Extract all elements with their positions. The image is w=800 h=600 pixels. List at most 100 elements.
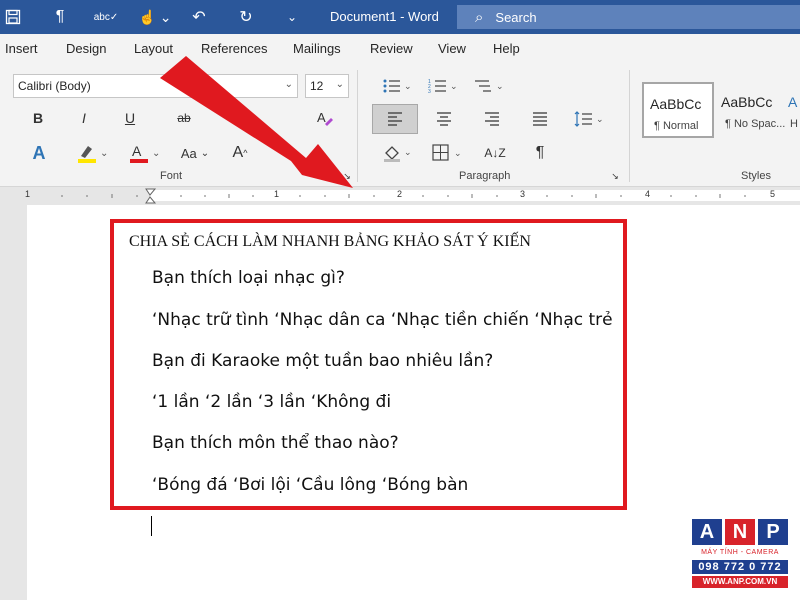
- ruler-number: 3: [520, 189, 526, 199]
- ruler-number: 2: [397, 189, 403, 199]
- font-name-box[interactable]: Calibri (Body) ⌄: [13, 74, 298, 98]
- style-no-spacing[interactable]: AaBbCc ¶ No Spac...: [715, 82, 787, 138]
- question-line[interactable]: Bạn thích môn thể thao nào?: [152, 433, 399, 453]
- group-separator: [629, 70, 630, 182]
- svg-text:A: A: [132, 143, 142, 159]
- anp-logo: A N P MÁY TÍNH - CAMERA 098 772 0 772 WW…: [692, 519, 788, 595]
- clear-formatting-icon[interactable]: A: [314, 106, 336, 130]
- svg-text:⌄: ⌄: [100, 148, 108, 159]
- svg-text:⌄: ⌄: [152, 148, 160, 159]
- chevron-down-icon: ⌄: [284, 79, 293, 90]
- style-sample: A: [788, 94, 798, 110]
- options-line[interactable]: ‘Nhạc trữ tình ‘Nhạc dân ca ‘Nhạc tiền c…: [152, 310, 613, 330]
- question-line[interactable]: Bạn đi Karaoke một tuần bao nhiêu lần?: [152, 351, 493, 371]
- styles-group-label: Styles: [741, 170, 771, 182]
- svg-text:⌄: ⌄: [454, 148, 462, 158]
- chevron-down-icon: ⌄: [335, 79, 344, 90]
- logo-phone: 098 772 0 772: [692, 560, 788, 574]
- document-heading[interactable]: CHIA SẺ CÁCH LÀM NHANH BẢNG KHẢO SÁT Ý K…: [129, 233, 531, 251]
- redo-icon[interactable]: ↻: [234, 5, 258, 29]
- align-center-button[interactable]: [432, 106, 456, 132]
- bullets-icon[interactable]: ⌄: [380, 74, 414, 98]
- touch-mode-icon[interactable]: ☝ ⌄: [138, 5, 172, 29]
- logo-letter: A: [692, 519, 722, 545]
- align-left-button[interactable]: [372, 104, 418, 134]
- strikethrough-button[interactable]: ab: [172, 106, 196, 130]
- borders-icon[interactable]: ⌄: [430, 140, 464, 166]
- paragraph-dialog-launcher-icon[interactable]: ↘: [610, 170, 620, 182]
- style-sample: AaBbCc: [650, 96, 702, 112]
- options-line[interactable]: ‘Bóng đá ‘Bơi lội ‘Cầu lông ‘Bóng bàn: [152, 475, 468, 495]
- group-separator: [357, 70, 358, 182]
- font-size-value: 12: [310, 79, 324, 93]
- spelling-icon[interactable]: abc✓: [92, 5, 120, 29]
- text-cursor: [151, 516, 152, 536]
- text-effects-button[interactable]: A: [28, 140, 50, 166]
- style-name: ¶ No Spac...: [725, 118, 786, 130]
- justify-button[interactable]: [528, 106, 552, 132]
- save-icon[interactable]: [2, 5, 24, 29]
- svg-text:⌄: ⌄: [496, 81, 504, 91]
- tab-layout[interactable]: Layout: [134, 41, 173, 56]
- align-right-button[interactable]: [480, 106, 504, 132]
- tab-references[interactable]: References: [201, 41, 267, 56]
- underline-button[interactable]: U: [120, 106, 140, 130]
- ruler-number: 4: [645, 189, 651, 199]
- multilevel-list-icon[interactable]: ⌄: [472, 74, 506, 98]
- bold-button[interactable]: B: [28, 106, 48, 130]
- logo-website: WWW.ANP.COM.VN: [692, 576, 788, 588]
- ruler-number: 5: [770, 189, 776, 199]
- font-dialog-launcher-icon[interactable]: ↘: [342, 170, 352, 182]
- svg-text:⌄: ⌄: [404, 81, 412, 91]
- font-size-box[interactable]: 12 ⌄: [305, 74, 349, 98]
- italic-button[interactable]: I: [74, 106, 94, 130]
- ribbon-tabs: Insert Design Layout References Mailings…: [0, 34, 800, 62]
- logo-tagline: MÁY TÍNH - CAMERA: [701, 549, 779, 556]
- numbering-icon[interactable]: 1 2 3 ⌄: [426, 74, 460, 98]
- font-color-button[interactable]: A ⌄: [126, 140, 166, 166]
- undo-icon[interactable]: ↶: [184, 5, 214, 29]
- horizontal-ruler[interactable]: 1 1 2 3 4 5: [0, 188, 800, 204]
- style-heading[interactable]: A H: [784, 82, 800, 138]
- font-name-value: Calibri (Body): [18, 79, 91, 93]
- paragraph-mark-icon[interactable]: ¶: [50, 5, 70, 29]
- document-title: Document1 - Word: [330, 9, 439, 24]
- style-normal[interactable]: AaBbCc ¶ Normal: [642, 82, 714, 138]
- svg-text:3: 3: [428, 89, 431, 94]
- show-formatting-marks-icon[interactable]: ¶: [530, 140, 550, 166]
- ruler-number: 1: [274, 189, 280, 199]
- tab-review[interactable]: Review: [370, 41, 413, 56]
- style-sample: AaBbCc: [721, 94, 773, 110]
- question-line[interactable]: Bạn thích loại nhạc gì?: [152, 268, 345, 288]
- tab-view[interactable]: View: [438, 41, 466, 56]
- style-name: ¶ Normal: [654, 120, 699, 132]
- logo-letter: N: [725, 519, 755, 545]
- change-case-label: Aa: [180, 145, 197, 161]
- search-label: Search: [495, 9, 537, 25]
- svg-text:⌄: ⌄: [450, 81, 458, 91]
- ruler-number: 1: [25, 189, 31, 199]
- svg-text:⌄: ⌄: [404, 147, 412, 157]
- style-name: H: [790, 118, 798, 130]
- ribbon: Calibri (Body) ⌄ 12 ⌄ B I U ab A A ⌄ A ⌄ …: [0, 62, 800, 187]
- font-group-label: Font: [160, 170, 183, 182]
- paragraph-group-label: Paragraph: [459, 170, 511, 182]
- highlight-color-button[interactable]: ⌄: [74, 140, 114, 166]
- options-line[interactable]: ‘1 lần ‘2 lần ‘3 lần ‘Không đi: [152, 392, 391, 412]
- tab-insert[interactable]: Insert: [5, 41, 38, 56]
- search-box[interactable]: ⌕ Search: [457, 5, 800, 29]
- chevron-down-icon: ⌄: [200, 147, 210, 159]
- shading-icon[interactable]: ⌄: [380, 140, 414, 166]
- tab-mailings[interactable]: Mailings: [293, 41, 341, 56]
- logo-letter: P: [758, 519, 788, 545]
- search-icon: ⌕: [475, 8, 484, 26]
- customize-icon[interactable]: ⌄: [282, 5, 302, 29]
- title-bar: ¶ abc✓ ☝ ⌄ ↶ ↻ ⌄ Document1 - Word ⌕ Sear…: [0, 0, 800, 34]
- sort-icon[interactable]: A↓Z: [484, 140, 506, 166]
- grow-font-icon[interactable]: A ^: [230, 140, 250, 166]
- change-case-button[interactable]: Aa ⌄: [178, 140, 212, 166]
- line-spacing-icon[interactable]: ⌄: [572, 106, 606, 132]
- tab-help[interactable]: Help: [493, 41, 520, 56]
- tab-design[interactable]: Design: [66, 41, 106, 56]
- svg-text:A: A: [317, 110, 326, 125]
